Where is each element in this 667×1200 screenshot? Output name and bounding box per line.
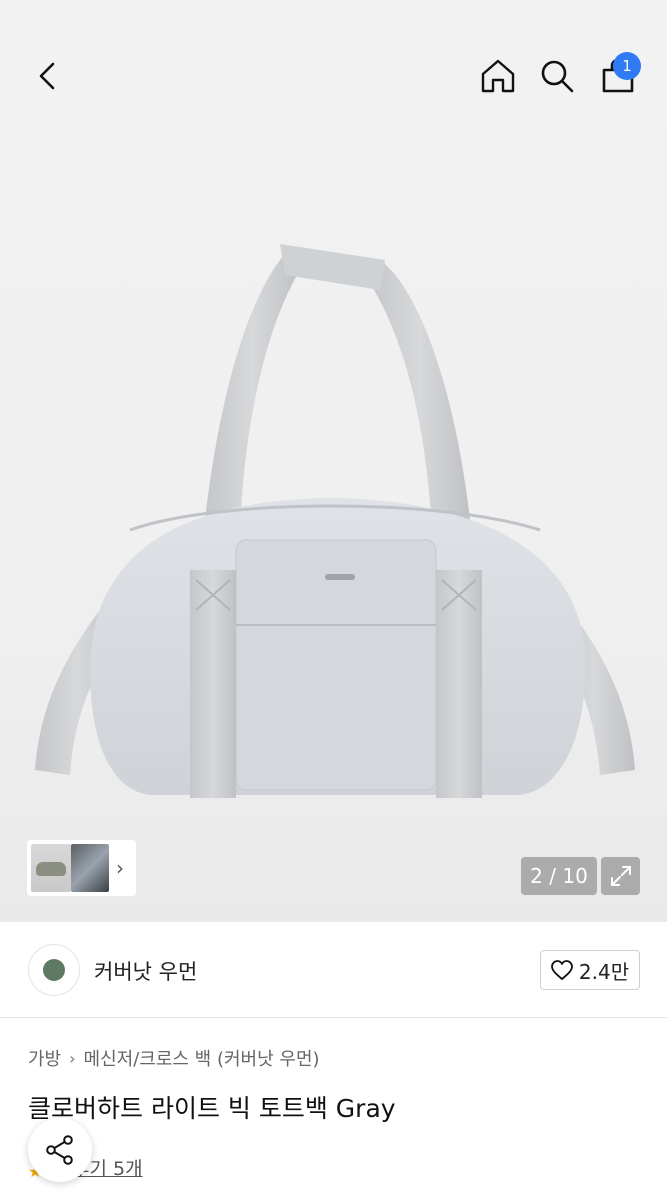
- breadcrumb-category[interactable]: 가방: [28, 1045, 61, 1071]
- product-image-gallery[interactable]: 1 › 2 / 10: [0, 0, 667, 922]
- thumbnail-image[interactable]: [71, 844, 109, 892]
- brand-row: 커버낫 우먼 2.4만: [0, 922, 667, 1018]
- product-image: [35, 244, 635, 798]
- chevron-left-icon: [39, 62, 55, 90]
- top-navigation-bar: [0, 40, 667, 112]
- product-title: 클로버하트 라이트 빅 토트백 Gray: [28, 1094, 396, 1123]
- brand-logo[interactable]: [28, 944, 80, 996]
- share-icon: [46, 1135, 73, 1165]
- search-button[interactable]: [533, 52, 581, 100]
- brand-logo-mark: [43, 959, 65, 981]
- back-button[interactable]: [22, 54, 72, 98]
- breadcrumb-subcategory[interactable]: 메신저/크로스 백 (커버낫 우먼): [84, 1045, 320, 1071]
- breadcrumb: 가방 › 메신저/크로스 백 (커버낫 우먼): [28, 1045, 320, 1071]
- like-button[interactable]: 2.4만: [540, 950, 640, 990]
- image-counter: 2 / 10: [521, 857, 597, 895]
- expand-icon: [610, 866, 631, 886]
- expand-button[interactable]: [601, 857, 640, 895]
- home-button[interactable]: [474, 52, 522, 100]
- thumbnail-strip[interactable]: ›: [27, 840, 136, 896]
- brand-name[interactable]: 커버낫 우먼: [94, 956, 197, 986]
- like-count: 2.4만: [578, 959, 630, 984]
- thumbnail-image[interactable]: [31, 844, 71, 892]
- chevron-right-icon: ›: [69, 1048, 76, 1068]
- home-icon: [481, 59, 515, 93]
- heart-outline-icon: [550, 960, 573, 980]
- chevron-right-icon[interactable]: ›: [109, 856, 131, 880]
- share-button[interactable]: [28, 1118, 92, 1182]
- cart-count-badge: 1: [613, 52, 641, 80]
- search-icon: [541, 60, 574, 93]
